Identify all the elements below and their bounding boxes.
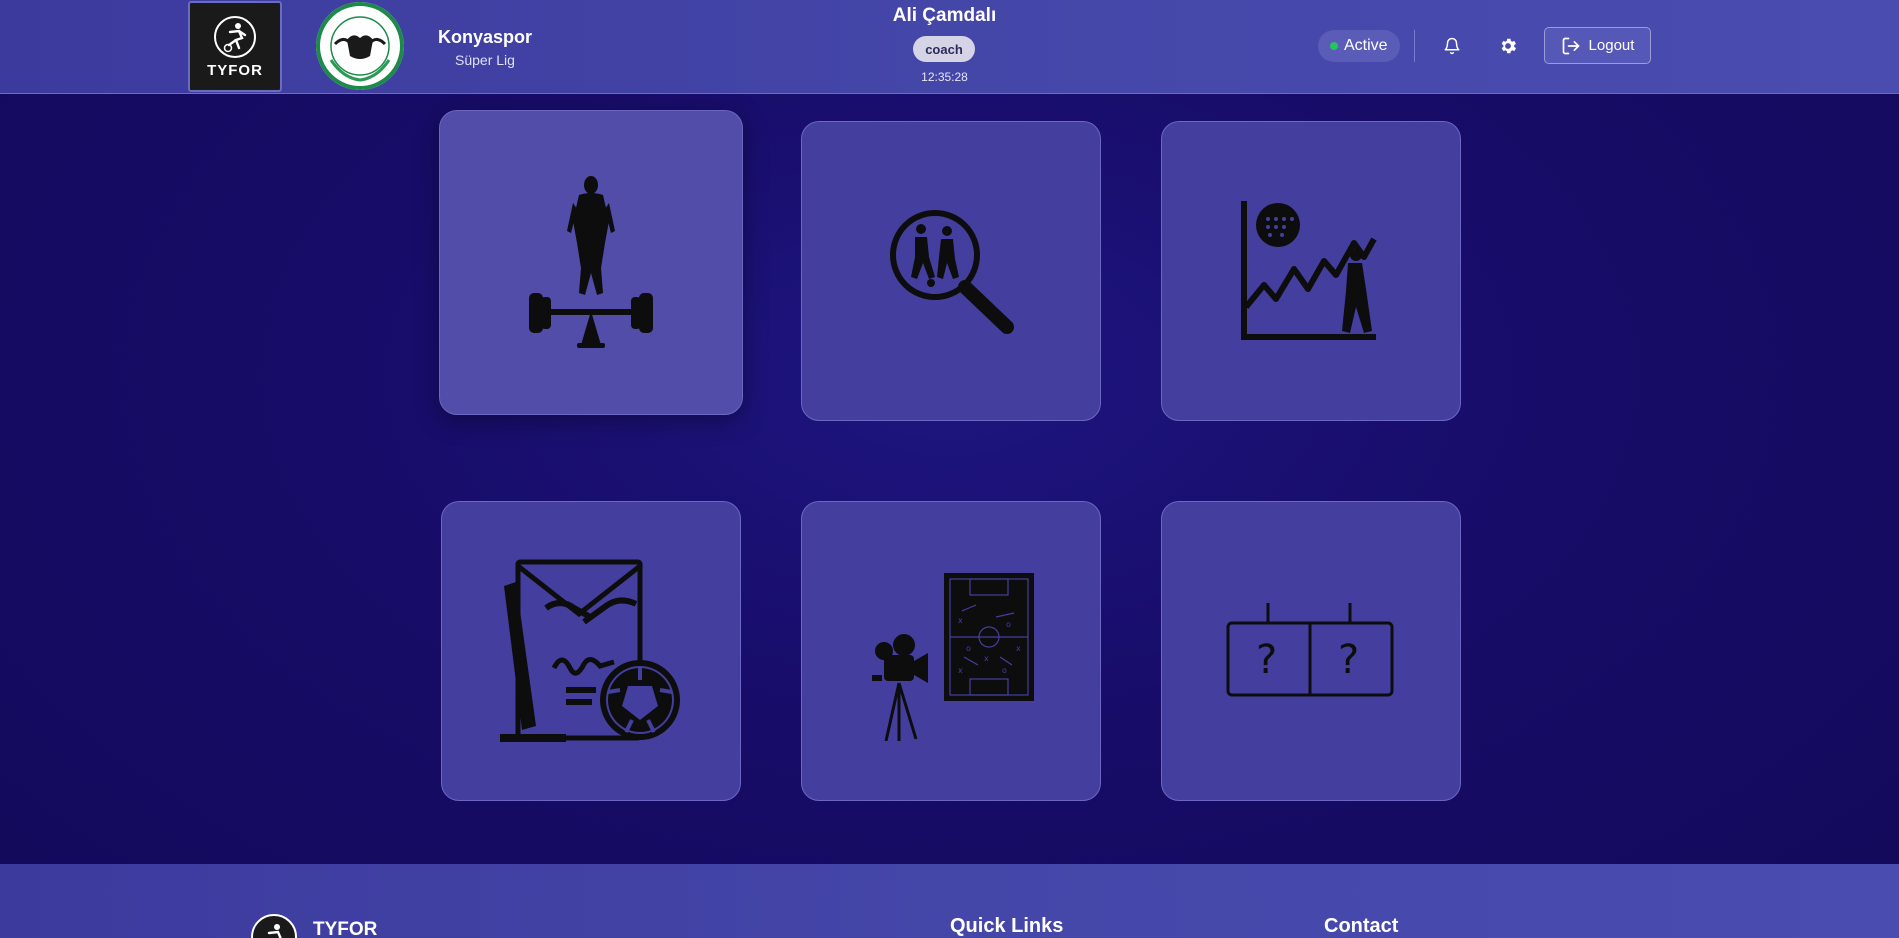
footer-quick-links-heading: Quick Links (950, 915, 1064, 937)
menu-card-video-analysis[interactable]: x o o x x x o (801, 501, 1101, 801)
club-league: Süper Lig (455, 52, 515, 68)
svg-text:o: o (1002, 666, 1007, 675)
gear-icon (1501, 38, 1516, 54)
user-name: Ali Çamdalı (892, 5, 997, 26)
menu-card-quiz[interactable]: ? ? (1161, 501, 1461, 801)
logout-button[interactable]: Logout (1544, 27, 1651, 64)
club-name: Konyaspor (438, 27, 533, 47)
footer-contact-heading: Contact (1324, 915, 1399, 937)
svg-text:o: o (1006, 620, 1011, 629)
footer: TYFOR Quick Links Contact (0, 864, 1899, 938)
svg-text:x: x (958, 616, 963, 625)
video-analysis-tactics-board-icon: x o o x x x o (872, 573, 1034, 741)
logout-icon (1562, 37, 1579, 54)
contract-handshake-football-icon (500, 559, 680, 742)
logout-label: Logout (1588, 37, 1635, 54)
svg-text:x: x (984, 654, 989, 663)
scouting-magnifier-players-icon (890, 210, 1014, 334)
menu-card-contracts[interactable] (441, 501, 741, 801)
header-divider (1414, 30, 1415, 62)
notifications-button[interactable] (1440, 34, 1464, 58)
svg-text:?: ? (1338, 637, 1359, 683)
bell-icon (1444, 37, 1460, 55)
performance-stats-chart-icon (1241, 200, 1377, 340)
role-badge: coach (913, 36, 975, 62)
quiz-question-board-icon: ? ? (1226, 603, 1394, 697)
svg-text:x: x (958, 666, 963, 675)
clock: 12:35:28 (921, 70, 968, 84)
settings-button[interactable] (1496, 34, 1520, 58)
svg-text:x: x (1016, 644, 1021, 653)
menu-card-training[interactable] (439, 110, 743, 415)
footer-brand: TYFOR (313, 919, 378, 938)
status-dot-icon (1330, 42, 1338, 50)
training-athlete-barbell-icon (529, 175, 653, 348)
footer-tyfor-logo-icon (251, 914, 297, 938)
status-badge: Active (1318, 30, 1400, 62)
menu-card-performance[interactable] (1161, 121, 1461, 421)
svg-text:?: ? (1256, 637, 1277, 683)
menu-card-scouting[interactable] (801, 121, 1101, 421)
top-navbar: TYFOR Konyaspor Süper Lig Ali Çamdalı co… (0, 0, 1899, 94)
svg-text:o: o (966, 644, 971, 653)
status-label: Active (1344, 37, 1388, 54)
